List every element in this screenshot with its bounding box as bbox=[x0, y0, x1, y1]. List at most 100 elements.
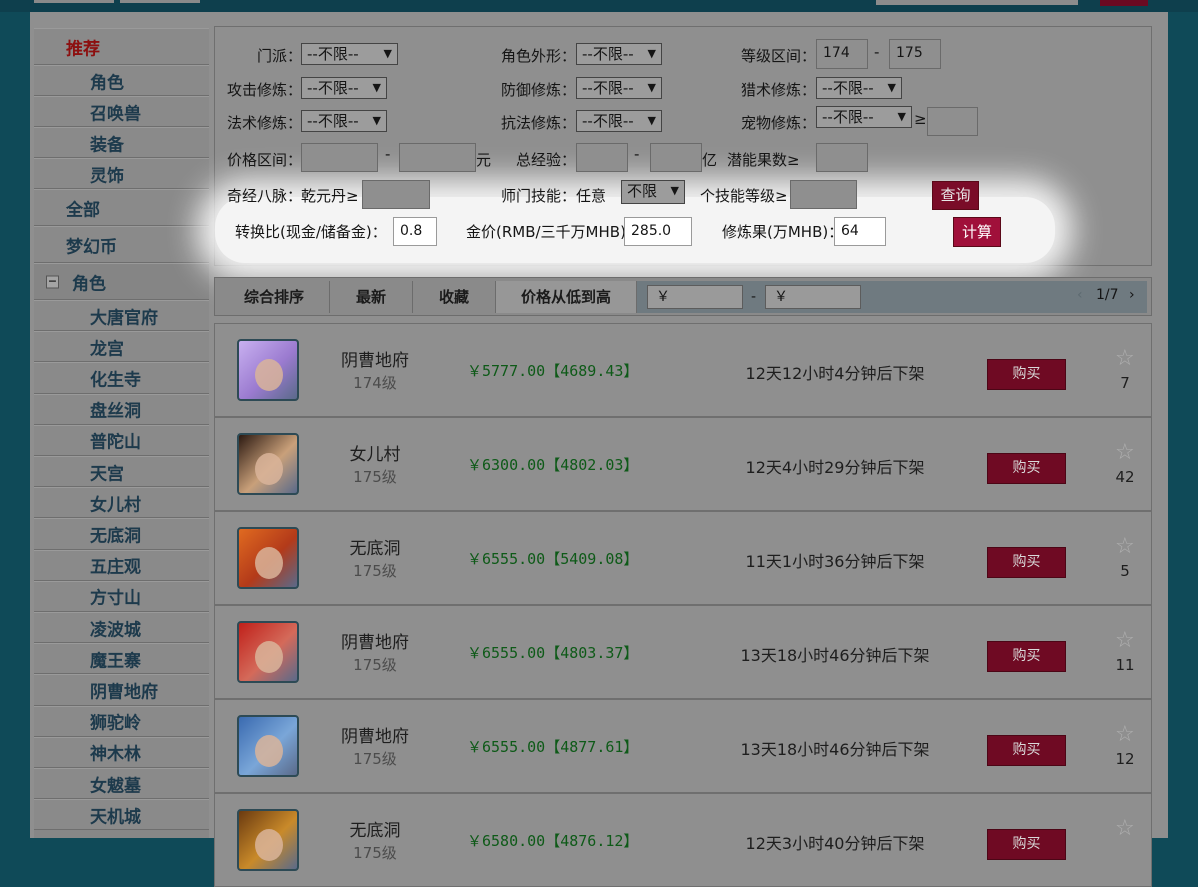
ratio-input[interactable]: 0.8 bbox=[393, 217, 437, 246]
school-select-value: --不限-- bbox=[307, 45, 359, 63]
single-skill-input[interactable] bbox=[790, 180, 857, 209]
sidebar-item-18[interactable]: 凌波城 bbox=[34, 612, 209, 644]
single-skill-label: 个技能等级≥ bbox=[700, 187, 788, 205]
sidebar-item-12[interactable]: 普陀山 bbox=[34, 424, 209, 456]
listing-row[interactable]: 无底洞 175级 ￥6555.00【5409.08】 11天1小时36分钟后下架 购买 ☆… bbox=[214, 511, 1152, 605]
pager-next-icon[interactable]: › bbox=[1129, 287, 1135, 303]
price-max-input[interactable] bbox=[399, 143, 476, 172]
star-icon[interactable]: ☆ bbox=[1115, 816, 1135, 841]
look-select[interactable]: --不限-- ▼ bbox=[576, 43, 662, 65]
buy-button[interactable]: 购买 bbox=[987, 359, 1066, 390]
listing-time-left: 13天18小时46分钟后下架 bbox=[740, 646, 930, 665]
sidebar-item-4[interactable]: 灵饰 bbox=[34, 158, 209, 189]
sidebar-item-3[interactable]: 装备 bbox=[34, 127, 209, 158]
exp-min-input[interactable] bbox=[576, 143, 628, 172]
def-select[interactable]: --不限-- ▼ bbox=[576, 77, 662, 99]
meridian-input[interactable] bbox=[362, 180, 430, 209]
character-avatar[interactable] bbox=[237, 809, 299, 871]
calculate-button[interactable]: 计算 bbox=[953, 217, 1001, 247]
sidebar-item-6[interactable]: 梦幻币 bbox=[34, 226, 209, 263]
character-avatar[interactable] bbox=[237, 433, 299, 495]
sidebar-item-24[interactable]: 天机城 bbox=[34, 799, 209, 831]
sidebar-group-7[interactable]: − 角色 bbox=[34, 263, 209, 300]
sidebar-item-2[interactable]: 召唤兽 bbox=[34, 96, 209, 127]
sidebar-item-5[interactable]: 全部 bbox=[34, 189, 209, 226]
tab-price-ascending[interactable]: 价格从低到高 bbox=[496, 281, 637, 313]
sidebar-item-9[interactable]: 龙宫 bbox=[34, 331, 209, 363]
sidebar-item-8[interactable]: 大唐官府 bbox=[34, 300, 209, 332]
sidebar-item-17[interactable]: 方寸山 bbox=[34, 580, 209, 612]
sidebar-item-0[interactable]: 推荐 bbox=[34, 28, 209, 65]
listing-price: ￥6555.00【4877.61】 bbox=[467, 738, 639, 756]
hunt-select[interactable]: --不限-- ▼ bbox=[816, 77, 902, 99]
sidebar-item-label: 全部 bbox=[66, 200, 100, 220]
exp-max-input[interactable] bbox=[650, 143, 702, 172]
sidebar-item-19[interactable]: 魔王寨 bbox=[34, 643, 209, 675]
star-icon[interactable]: ☆ bbox=[1115, 346, 1135, 371]
level-min-input[interactable]: 174 bbox=[816, 39, 868, 69]
tab-newest[interactable]: 最新 bbox=[330, 281, 413, 313]
listing-school: 无底洞 bbox=[349, 821, 401, 841]
listing-price: ￥6580.00【4876.12】 bbox=[467, 832, 639, 850]
listing-row[interactable]: 阴曹地府 174级 ￥5777.00【4689.43】 12天12小时4分钟后下架 购买… bbox=[214, 323, 1152, 417]
school-select[interactable]: --不限-- ▼ bbox=[301, 43, 398, 65]
listing-level: 175级 bbox=[353, 844, 397, 862]
fruit-input[interactable]: 64 bbox=[834, 217, 886, 246]
star-icon[interactable]: ☆ bbox=[1115, 534, 1135, 559]
listing-time-left: 11天1小时36分钟后下架 bbox=[745, 552, 925, 571]
sidebar-item-label: 装备 bbox=[90, 135, 124, 155]
star-icon[interactable]: ☆ bbox=[1115, 628, 1135, 653]
tab-favorites[interactable]: 收藏 bbox=[413, 281, 496, 313]
gold-price-input[interactable]: 285.0 bbox=[624, 217, 692, 246]
collapse-icon[interactable]: − bbox=[46, 275, 59, 288]
res-select[interactable]: --不限-- ▼ bbox=[576, 110, 662, 132]
star-icon[interactable]: ☆ bbox=[1115, 722, 1135, 747]
sidebar-item-15[interactable]: 无底洞 bbox=[34, 518, 209, 550]
character-avatar[interactable] bbox=[237, 527, 299, 589]
listing-row[interactable]: 阴曹地府 175级 ￥6555.00【4803.37】 13天18小时46分钟后下架 购… bbox=[214, 605, 1152, 699]
price-to-input[interactable]: ￥ bbox=[765, 285, 861, 309]
tab-comprehensive[interactable]: 综合排序 bbox=[219, 281, 330, 313]
pager-prev-icon[interactable]: ‹ bbox=[1077, 287, 1083, 303]
query-button[interactable]: 查询 bbox=[932, 181, 979, 210]
top-nav-tab[interactable] bbox=[120, 0, 200, 3]
sidebar-item-14[interactable]: 女儿村 bbox=[34, 487, 209, 519]
buy-button[interactable]: 购买 bbox=[987, 641, 1066, 672]
top-search-button[interactable] bbox=[1100, 0, 1148, 6]
pet-min-input[interactable] bbox=[927, 107, 978, 136]
skill-select[interactable]: 不限 ▼ bbox=[621, 180, 685, 204]
price-min-input[interactable] bbox=[301, 143, 378, 172]
sidebar-item-23[interactable]: 女魃墓 bbox=[34, 768, 209, 800]
listing-row[interactable]: 阴曹地府 175级 ￥6555.00【4877.61】 13天18小时46分钟后下架 购… bbox=[214, 699, 1152, 793]
pet-select[interactable]: --不限-- ▼ bbox=[816, 106, 912, 128]
buy-button[interactable]: 购买 bbox=[987, 453, 1066, 484]
sidebar-item-11[interactable]: 盘丝洞 bbox=[34, 393, 209, 425]
top-nav-tab[interactable] bbox=[34, 0, 114, 3]
buy-button[interactable]: 购买 bbox=[987, 735, 1066, 766]
sidebar-item-16[interactable]: 五庄观 bbox=[34, 549, 209, 581]
sidebar-item-13[interactable]: 天宫 bbox=[34, 456, 209, 488]
pet-select-value: --不限-- bbox=[822, 108, 874, 126]
listing-row[interactable]: 无底洞 175级 ￥6580.00【4876.12】 12天3小时40分钟后下架 购买 ☆ bbox=[214, 793, 1152, 887]
listing-row[interactable]: 女儿村 175级 ￥6300.00【4802.03】 12天4小时29分钟后下架 购买 ☆… bbox=[214, 417, 1152, 511]
atk-select[interactable]: --不限-- ▼ bbox=[301, 77, 387, 99]
sidebar-item-10[interactable]: 化生寺 bbox=[34, 362, 209, 394]
top-search-field[interactable] bbox=[876, 0, 1078, 5]
sidebar-item-21[interactable]: 狮驼岭 bbox=[34, 705, 209, 737]
character-avatar[interactable] bbox=[237, 715, 299, 777]
sidebar-item-20[interactable]: 阴曹地府 bbox=[34, 674, 209, 706]
sidebar-item-22[interactable]: 神木林 bbox=[34, 736, 209, 768]
exp-range-dash: - bbox=[634, 145, 640, 163]
buy-button[interactable]: 购买 bbox=[987, 829, 1066, 860]
star-icon[interactable]: ☆ bbox=[1115, 440, 1135, 465]
price-from-input[interactable]: ￥ bbox=[647, 285, 743, 309]
listing-level: 175级 bbox=[353, 750, 397, 768]
listing-time-left: 13天18小时46分钟后下架 bbox=[740, 740, 930, 759]
character-avatar[interactable] bbox=[237, 621, 299, 683]
buy-button[interactable]: 购买 bbox=[987, 547, 1066, 578]
sidebar-item-1[interactable]: 角色 bbox=[34, 65, 209, 96]
level-max-input[interactable]: 175 bbox=[889, 39, 941, 69]
character-avatar[interactable] bbox=[237, 339, 299, 401]
pot-input[interactable] bbox=[816, 143, 868, 172]
mag-select[interactable]: --不限-- ▼ bbox=[301, 110, 387, 132]
